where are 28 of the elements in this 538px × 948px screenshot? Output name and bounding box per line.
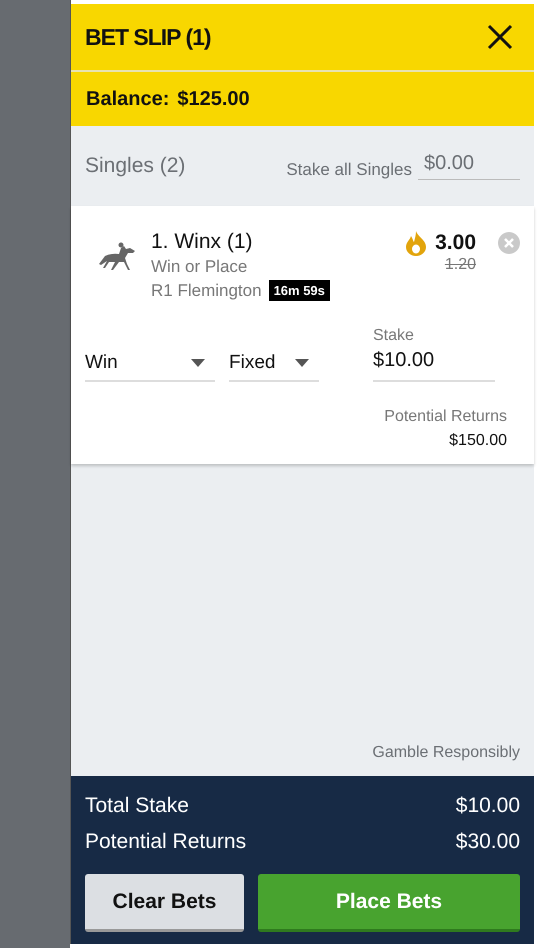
caret-icon — [295, 359, 309, 367]
stake-label: Stake — [373, 327, 415, 345]
stake-all-label: Stake all Singles — [286, 160, 412, 180]
close-icon[interactable] — [487, 24, 513, 50]
stake-all-field[interactable]: $0.00 — [418, 152, 520, 180]
gamble-note: Gamble Responsibly — [372, 744, 521, 763]
runner-name: 1. Winx (1) — [151, 230, 254, 254]
returns-value: $30.00 — [456, 830, 520, 855]
flame-icon — [405, 230, 428, 256]
balance-value: $125.00 — [177, 88, 250, 110]
price-type-dropdown[interactable]: Fixed — [229, 352, 319, 382]
returns-label: Potential Returns — [384, 408, 507, 426]
odds-price: 3.00 — [435, 231, 476, 255]
total-stake-value: $10.00 — [456, 794, 520, 819]
clear-bets-button[interactable]: Clear Bets — [85, 874, 244, 932]
race-name: R1 Flemington — [151, 280, 262, 300]
balance-label: Balance: — [86, 88, 170, 110]
returns-value: $150.00 — [449, 432, 507, 450]
market-name: Win or Place — [151, 257, 248, 277]
stake-field[interactable]: $10.00 — [373, 345, 495, 382]
singles-heading: Singles (2) — [85, 154, 186, 178]
bet-type-dropdown[interactable]: Win — [85, 352, 215, 382]
old-odds-price: 1.20 — [444, 256, 476, 274]
countdown-badge: 16m 59s — [268, 280, 330, 301]
slip-title: BET SLIP (1) — [85, 24, 211, 50]
returns-label: Potential Returns — [85, 830, 246, 855]
caret-icon — [191, 359, 205, 367]
total-stake-label: Total Stake — [85, 794, 189, 819]
